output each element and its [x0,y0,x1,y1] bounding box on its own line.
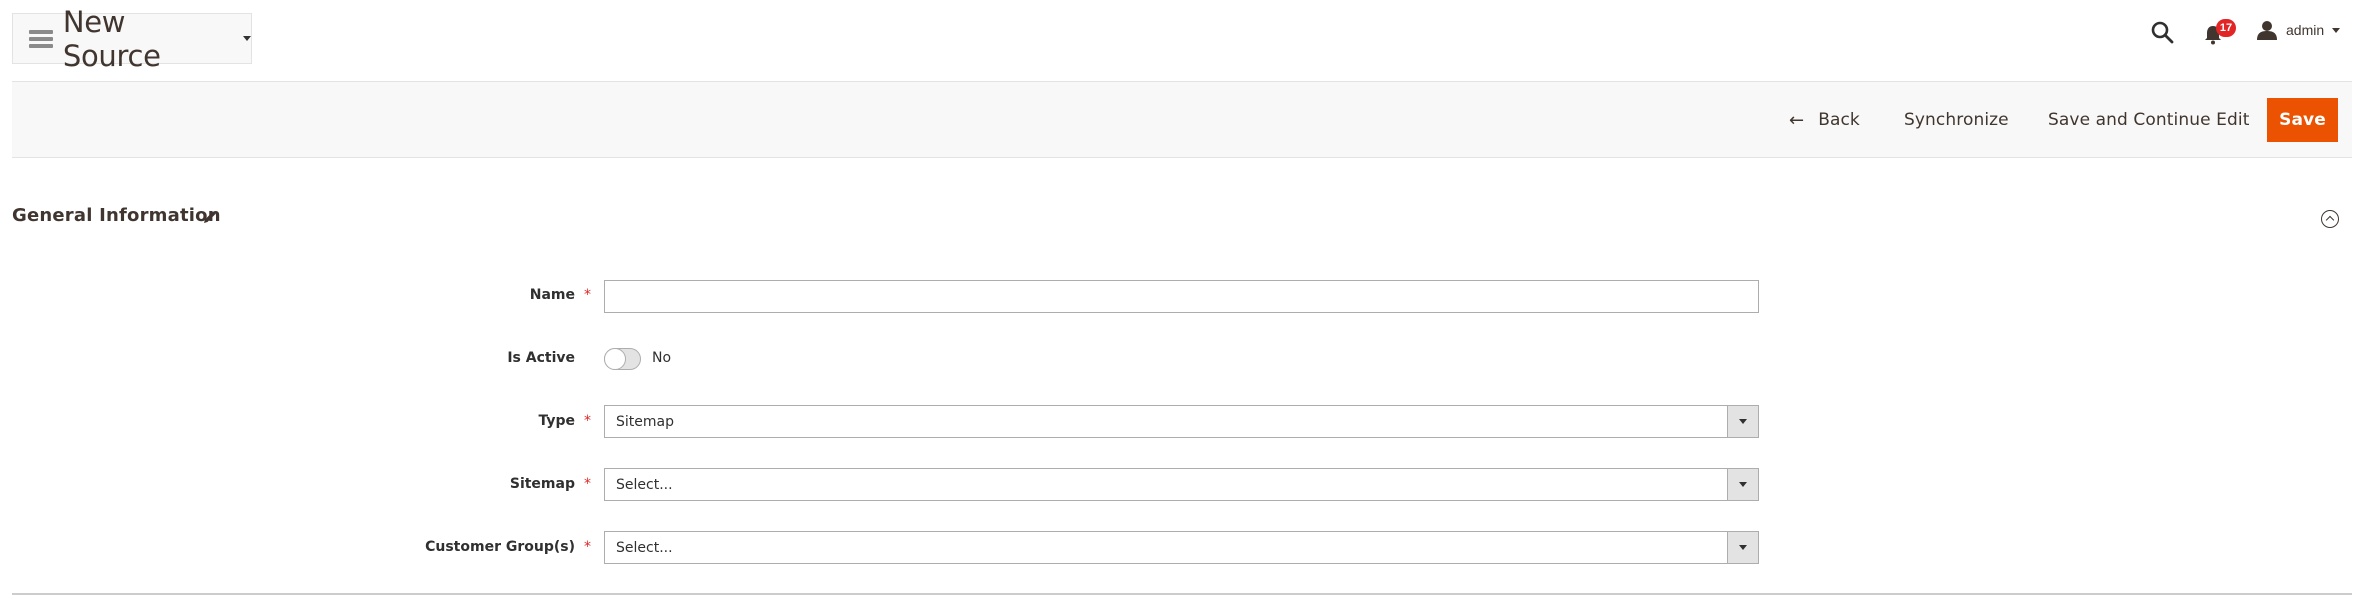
page-title-menu[interactable]: New Source [12,5,252,73]
save-and-continue-button[interactable]: Save and Continue Edit [2048,98,2250,142]
dropdown-arrow-icon[interactable] [1727,531,1759,564]
field-label-is-active: Is Active [507,350,575,366]
required-asterisk: * [584,413,591,429]
is-active-toggle[interactable] [604,348,641,370]
section-divider [12,593,2352,595]
dropdown-arrow-icon[interactable] [1727,405,1759,438]
arrow-left-icon: ← [1789,109,1805,131]
required-asterisk: * [584,287,591,303]
field-label-type: Type [538,413,575,429]
field-label-sitemap: Sitemap [509,476,575,492]
field-label-name: Name [529,287,575,303]
sitemap-select-value: Select... [616,476,673,493]
caret-down-icon [2332,27,2341,33]
user-menu[interactable]: admin [2257,18,2341,42]
back-button[interactable]: ← Back [1789,98,1860,142]
customer-groups-select[interactable]: Select... [604,531,1759,564]
caret-down-icon [243,36,251,41]
type-select[interactable]: Sitemap [604,405,1759,438]
type-select-value: Sitemap [616,413,674,430]
dropdown-arrow-icon[interactable] [1727,468,1759,501]
sitemap-select[interactable]: Select... [604,468,1759,501]
search-icon[interactable] [2150,20,2174,44]
required-asterisk: * [584,476,591,492]
synchronize-button[interactable]: Synchronize [1904,98,2009,142]
hamburger-icon [29,29,53,48]
name-input[interactable] [604,280,1759,313]
required-asterisk: * [584,539,591,555]
save-button[interactable]: Save [2267,98,2338,142]
back-button-label: Back [1818,110,1860,130]
pencil-icon[interactable] [203,210,217,224]
page-title: New Source [62,4,161,73]
notifications-button[interactable]: 17 [2204,19,2238,45]
user-name: admin [2286,22,2325,38]
page-actions-bar: ← Back Synchronize Save and Continue Edi… [12,81,2352,158]
field-label-customer-groups: Customer Group(s) [425,539,575,555]
customer-groups-select-value: Select... [616,539,673,556]
is-active-value: No [652,350,672,366]
name-input-field[interactable] [616,281,1747,312]
collapse-chevron-up-icon[interactable] [2321,210,2339,228]
toggle-knob [604,348,626,370]
section-title[interactable]: General Information [12,205,221,226]
notifications-badge: 17 [2216,19,2236,37]
user-icon [2257,21,2277,40]
